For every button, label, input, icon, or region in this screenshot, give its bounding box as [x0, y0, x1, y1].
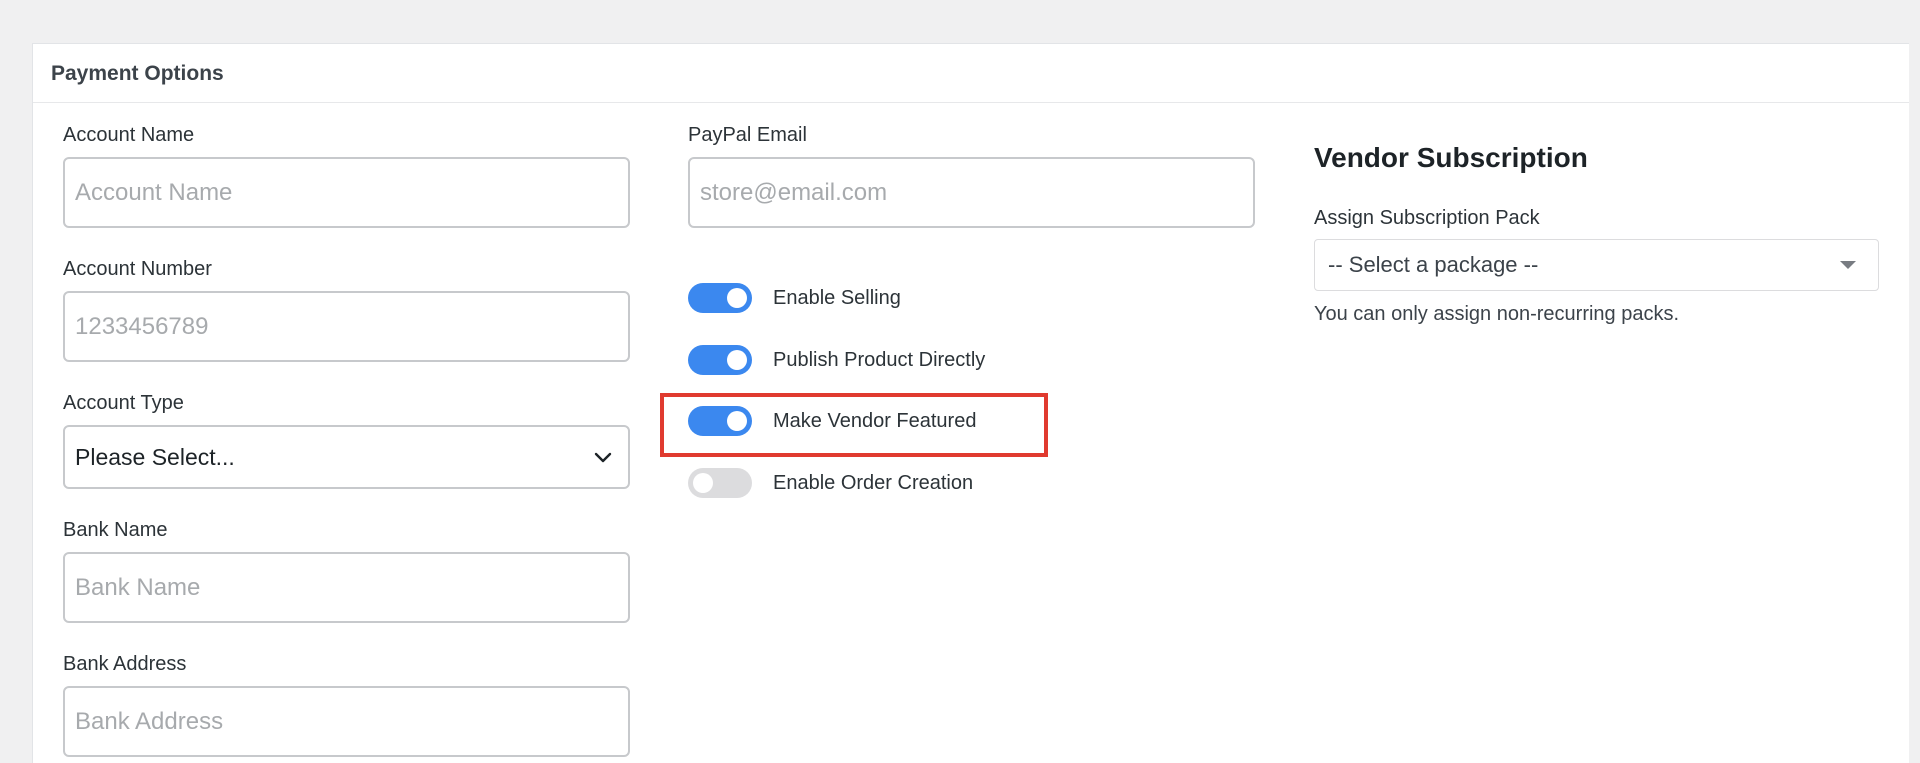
bank-address-input[interactable] — [63, 686, 630, 757]
panel-header: Payment Options — [33, 44, 1909, 103]
bank-name-input[interactable] — [63, 552, 630, 623]
paypal-email-input[interactable] — [688, 157, 1255, 228]
toggle-row-enable-order-creation: Enable Order Creation — [688, 466, 973, 500]
subscription-help-text: You can only assign non-recurring packs. — [1314, 303, 1680, 325]
bank-name-label: Bank Name — [63, 519, 168, 541]
assign-subscription-pack-label: Assign Subscription Pack — [1314, 207, 1540, 229]
publish-product-directly-label: Publish Product Directly — [773, 348, 986, 371]
paypal-email-label: PayPal Email — [688, 124, 807, 146]
account-number-label: Account Number — [63, 258, 212, 280]
enable-order-creation-toggle[interactable] — [688, 468, 752, 498]
toggle-knob — [727, 288, 747, 308]
enable-selling-label: Enable Selling — [773, 286, 901, 309]
account-type-select[interactable]: Please Select... — [63, 425, 630, 489]
toggle-knob — [693, 473, 713, 493]
account-type-selected: Please Select... — [75, 443, 235, 470]
vendor-subscription-heading: Vendor Subscription — [1314, 142, 1588, 173]
subscription-pack-selected: -- Select a package -- — [1328, 252, 1539, 277]
highlight-box — [660, 393, 1048, 457]
toggle-row-publish-product: Publish Product Directly — [688, 343, 985, 377]
account-type-label: Account Type — [63, 392, 184, 414]
toggle-row-enable-selling: Enable Selling — [688, 281, 901, 315]
account-name-label: Account Name — [63, 124, 195, 146]
caret-down-icon — [1840, 261, 1856, 269]
account-name-input[interactable] — [63, 157, 630, 228]
publish-product-directly-toggle[interactable] — [688, 345, 752, 375]
enable-selling-toggle[interactable] — [688, 283, 752, 313]
toggle-knob — [727, 350, 747, 370]
account-number-input[interactable] — [63, 291, 630, 362]
chevron-down-icon — [594, 452, 612, 463]
panel-title: Payment Options — [51, 62, 224, 85]
bank-address-label: Bank Address — [63, 653, 187, 675]
subscription-pack-select[interactable]: -- Select a package -- — [1314, 239, 1879, 291]
enable-order-creation-label: Enable Order Creation — [773, 471, 974, 494]
